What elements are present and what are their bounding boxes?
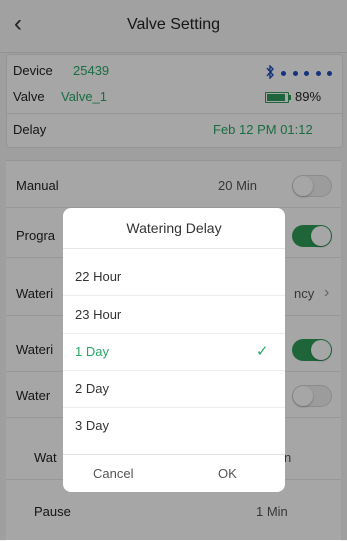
option-row-selected[interactable]: 1 Day ✓ [63,333,285,371]
option-label: 3 Day [75,418,109,433]
watering-delay-dialog: Watering Delay 22 Hour 23 Hour 1 Day ✓ 2… [63,208,285,492]
option-row[interactable]: 23 Hour [63,296,285,334]
option-label: 2 Day [75,381,109,396]
dialog-title: Watering Delay [63,208,285,249]
option-row[interactable]: 22 Hour [63,258,285,296]
option-row[interactable]: 3 Day [63,407,285,444]
cancel-button[interactable]: Cancel [93,466,133,481]
dialog-actions: Cancel OK [63,454,285,492]
option-label: 23 Hour [75,307,122,322]
checkmark-icon: ✓ [256,343,269,360]
ok-button[interactable]: OK [218,466,237,481]
option-label: 22 Hour [75,269,122,284]
option-row[interactable]: 2 Day [63,370,285,408]
option-label: 1 Day [75,344,109,359]
